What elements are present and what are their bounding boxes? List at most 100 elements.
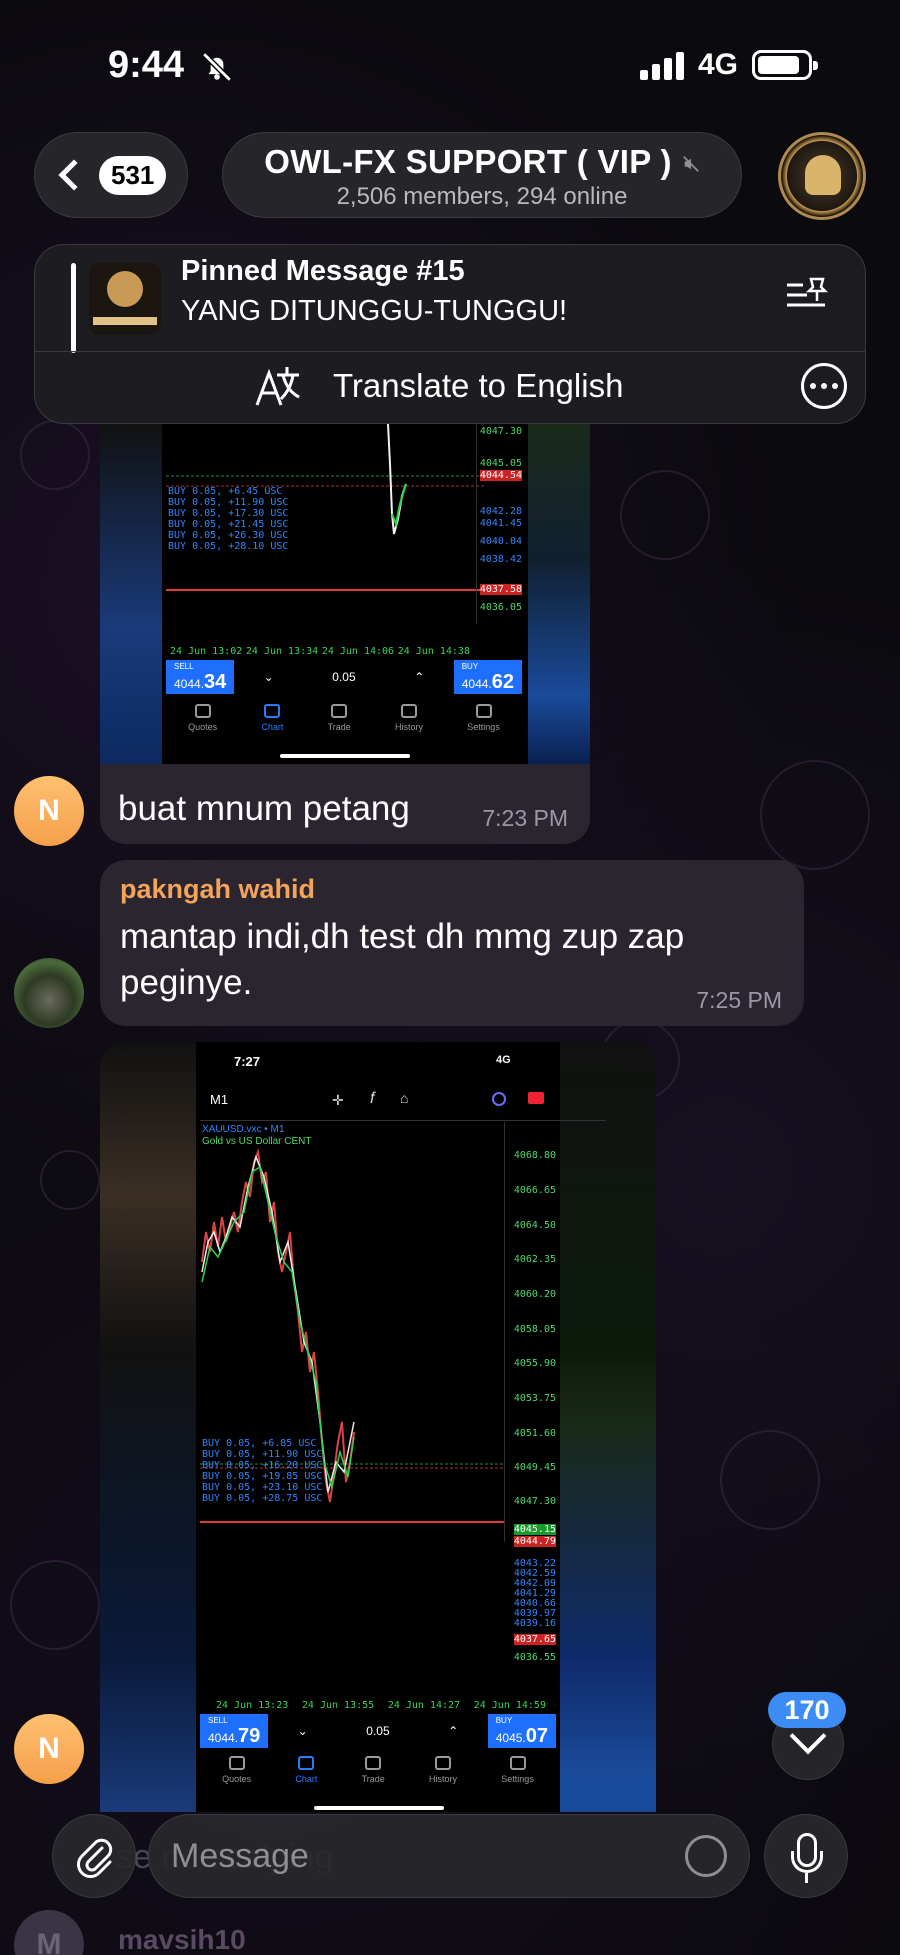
message-time: 7:25 PM [696,987,782,1013]
pinned-message-panel[interactable]: Pinned Message #15 YANG DITUNGGU-TUNGGU!… [34,244,866,424]
partially-hidden-sender: mavsih10 [118,1924,246,1955]
chevron-down-icon[interactable]: ⌄ [264,670,274,684]
price-tick: 4037.65 [513,1634,556,1645]
trade-icon[interactable] [528,1092,544,1104]
function-icon[interactable]: f [370,1090,374,1108]
battery-icon [752,50,818,80]
time-tick: 24 Jun 14:06 [321,646,395,657]
message-sender[interactable]: pakngah wahid [120,874,315,905]
avatar[interactable]: N [14,776,84,846]
price-tick: 4047.30 [513,1496,556,1507]
tab-history[interactable]: History [429,1756,457,1784]
tab-history[interactable]: History [395,704,423,732]
time-axis-2: 24 Jun 13:23 24 Jun 13:55 24 Jun 14:27 2… [216,1700,546,1711]
lot-size: 0.05 [332,670,356,684]
crosshair-icon[interactable]: ✛ [332,1092,344,1109]
more-options-button[interactable] [801,363,847,409]
message-text: mantap indi,dh test dh mmg zup zap pegin… [120,917,685,1002]
price-tick: 4058.05 [513,1324,556,1335]
status-time: 9:44 [108,44,185,86]
chevron-up-icon[interactable]: ⌃ [414,670,424,684]
tab-quotes[interactable]: Quotes [188,704,217,732]
price-tick: 4045.05 [479,458,522,469]
avatar[interactable]: N [14,1714,84,1784]
translate-button[interactable]: Translate to English [333,367,623,405]
trade-bar-1: SELL 4044.34 ⌄ 0.05 ⌃ BUY 4044.62 [166,660,522,694]
objects-icon[interactable]: ⌂ [400,1090,408,1106]
buy-order: BUY 0.05, +21.45 USC [168,519,289,530]
sticker-icon[interactable] [685,1835,727,1877]
buy-orders-1: BUY 0.05, +6.45 USC BUY 0.05, +11.90 USC… [168,486,288,552]
message-composer [148,1814,750,1898]
phone-time: 7:27 [234,1054,261,1069]
group-avatar[interactable] [778,132,866,220]
back-button[interactable]: 531 [34,132,188,218]
timer-icon[interactable] [492,1092,506,1106]
tab-chart[interactable]: Chart [295,1756,317,1784]
price-tick: 4042.28 [479,506,522,517]
tab-chart[interactable]: Chart [261,704,283,732]
price-tick: 4041.45 [479,518,522,529]
price-tick: 4044.79 [513,1536,556,1547]
unread-count-badge: 170 [768,1692,846,1728]
message-bubble[interactable]: pakngah wahid mantap indi,dh test dh mmg… [100,860,804,1026]
price-tick: 4037.58 [479,584,522,595]
sell-button[interactable]: SELL 4044.79 [200,1714,269,1748]
pinned-thumbnail [89,263,161,335]
price-tick: 4036.55 [513,1652,556,1663]
lot-size: 0.05 [366,1724,390,1738]
mt-tabbar-1: Quotes Chart Trade History Settings [166,704,522,732]
price-tick: 4064.50 [513,1220,556,1231]
tab-trade[interactable]: Trade [328,704,351,732]
buy-button[interactable]: BUY 4044.62 [453,660,522,694]
voice-record-button[interactable] [764,1814,848,1898]
avatar[interactable] [14,958,84,1028]
chevron-up-icon[interactable]: ⌃ [448,1724,458,1738]
tab-settings[interactable]: Settings [501,1756,534,1784]
price-tick: 4066.65 [513,1185,556,1196]
price-tick: 4047.30 [479,426,522,437]
buy-order: BUY 0.05, +6.85 USC [202,1438,317,1449]
tab-quotes[interactable]: Quotes [222,1756,251,1784]
network-type: 4G [698,48,739,81]
unread-chats-badge: 531 [99,155,167,195]
sell-button[interactable]: SELL 4044.34 [166,660,235,694]
cell-signal-icon [640,50,684,80]
price-tick: 4068.80 [513,1150,556,1161]
message-time: 7:23 PM [482,805,568,831]
mt-tabbar-2: Quotes Chart Trade History Settings [200,1756,556,1784]
price-tick: 4039.16 [513,1618,556,1629]
chevron-down-icon[interactable]: ⌄ [298,1724,308,1738]
price-axis-2-lower: 4044.79 4043.22 4042.59 4042.09 4041.29 … [504,1536,556,1666]
chat-subtitle: 2,506 members, 294 online [336,183,628,210]
silent-bell-icon [202,52,232,82]
phone-network: 4G [496,1054,511,1066]
owl-logo-icon [805,155,841,195]
price-axis-2: 4068.80 4066.65 4064.50 4062.35 4060.20 … [504,1122,556,1542]
message-bubble[interactable]: buat mnum petang 7:23 PM [100,764,590,844]
time-tick: 24 Jun 14:38 [397,646,470,657]
tab-settings[interactable]: Settings [467,704,500,732]
home-indicator [280,754,410,758]
buy-button[interactable]: BUY 4045.07 [487,1714,556,1748]
timeframe-button[interactable]: M1 [210,1092,228,1107]
chart-screenshot-2[interactable]: 7:27 4G M1 ✛ f ⌂ XAUUSD.vxc • M1 Gold vs… [100,1042,656,1812]
translate-icon [255,367,300,406]
status-bar: 9:44 4G [0,0,900,130]
price-tick: 4036.05 [479,602,522,613]
message-input[interactable] [171,1831,651,1881]
price-tick: 4045.15 [513,1524,556,1535]
price-tick: 4062.35 [513,1254,556,1265]
price-tick: 4044.54 [479,470,522,481]
price-tick: 4055.90 [513,1358,556,1369]
buy-order: BUY 0.05, +6.45 USC [168,486,283,497]
time-tick: 24 Jun 13:02 [170,646,243,657]
buy-order: BUY 0.05, +26.30 USC [168,530,289,541]
chat-title: OWL-FX SUPPORT ( VIP ) [264,143,672,180]
buy-order: BUY 0.05, +11.90 USC [202,1449,323,1460]
pinned-list-icon[interactable] [785,275,829,315]
chart-screenshot-1[interactable]: BUY 0.05, +6.45 USC BUY 0.05, +11.90 USC… [100,424,590,764]
attach-button[interactable] [52,1814,136,1898]
chat-title-button[interactable]: OWL-FX SUPPORT ( VIP ) 2,506 members, 29… [222,132,742,218]
tab-trade[interactable]: Trade [362,1756,385,1784]
